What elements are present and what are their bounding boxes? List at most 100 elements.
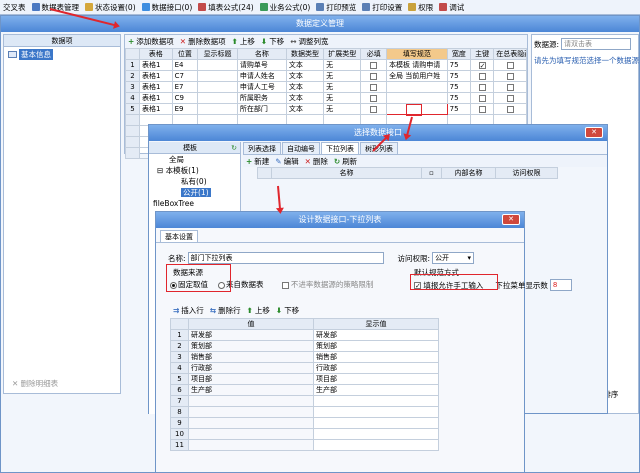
col-header[interactable]: 位置 bbox=[171, 48, 199, 60]
toolbar-item-4[interactable]: 填表公式(24) bbox=[195, 0, 256, 14]
main-btn-3[interactable]: ⬇ 下移 bbox=[258, 36, 287, 48]
table-row[interactable]: 1 研发部 研发部 bbox=[170, 329, 439, 341]
col-header[interactable]: 主键 bbox=[469, 48, 495, 60]
dialog-btn-0[interactable]: ⇉ 插入行 bbox=[170, 305, 207, 317]
access-select[interactable]: 公开 ▾ bbox=[432, 252, 475, 264]
col-header[interactable]: 扩展类型 bbox=[323, 48, 362, 60]
table-row[interactable]: 8 bbox=[170, 406, 439, 418]
col-header[interactable]: 填写规范 bbox=[386, 48, 448, 60]
checkbox-icon[interactable] bbox=[506, 61, 514, 69]
select-btn-1[interactable]: ✎ 编辑 bbox=[272, 155, 301, 167]
table-row[interactable]: 4 表格1 C9 所属职务 文本无 75 bbox=[125, 92, 527, 104]
table-row[interactable]: 11 bbox=[170, 439, 439, 451]
toolbar-item-0[interactable]: 交叉表 bbox=[0, 0, 29, 14]
checkbox-icon[interactable] bbox=[506, 94, 514, 102]
col-header[interactable]: 访问权限 bbox=[495, 167, 558, 179]
toolbar-item-8[interactable]: 权限 bbox=[405, 0, 436, 14]
col-header[interactable]: 在总表隐藏 bbox=[493, 48, 527, 60]
refresh-icon[interactable]: ↻ bbox=[231, 142, 237, 154]
tree-node[interactable]: fileBoxTree bbox=[153, 198, 240, 209]
col-header[interactable]: 名称 bbox=[271, 167, 422, 179]
main-btn-0[interactable]: + 添加数据项 bbox=[125, 36, 177, 48]
tab-basic-settings[interactable]: 基本设置 bbox=[160, 230, 198, 242]
design-dropdown-dialog: 设计数据接口-下拉列表 ✕ 基本设置 名称: 部门下拉列表 访问权限: 公开 ▾ … bbox=[155, 211, 572, 473]
table-row[interactable]: 4 行政部 行政部 bbox=[170, 362, 439, 374]
main-btn-1[interactable]: ✕ 删除数据项 bbox=[177, 36, 229, 48]
select-btn-3[interactable]: ↻ 刷新 bbox=[331, 155, 360, 167]
checkbox-icon[interactable] bbox=[370, 83, 378, 91]
dialog-btn-3[interactable]: ⬇ 下移 bbox=[273, 305, 302, 317]
checkbox-icon[interactable] bbox=[478, 61, 486, 69]
table-row[interactable]: 9 bbox=[170, 417, 439, 429]
highlight-datasource bbox=[166, 264, 231, 292]
toolbar-item-9[interactable]: 调试 bbox=[436, 0, 467, 14]
toolbar-item-1[interactable]: 数据表管理 bbox=[29, 0, 83, 14]
table-row[interactable]: 2 策划部 策划部 bbox=[170, 340, 439, 352]
checkbox-icon[interactable] bbox=[506, 105, 514, 113]
toolbar-item-3[interactable]: 数据接口(0) bbox=[139, 0, 196, 14]
tree-node[interactable]: 私有(0) bbox=[153, 176, 240, 187]
table-row[interactable]: 5 项目部 项目部 bbox=[170, 373, 439, 385]
table-row[interactable]: 1 表格1 E4 请购单号 文本无本模板 请购申请 75 bbox=[125, 59, 527, 71]
col-header[interactable]: 显示值 bbox=[313, 318, 439, 330]
checkbox-icon[interactable] bbox=[478, 94, 486, 102]
select-btn-0[interactable]: + 新建 bbox=[243, 155, 272, 167]
left-panel: 数据项 基本信息 ✕ 删除明细表 bbox=[3, 34, 121, 394]
menu-count-input[interactable]: 8 bbox=[549, 279, 572, 291]
table-row[interactable]: 2 表格1 C7 申请人姓名 文本无全局 当前用户姓 75 bbox=[125, 70, 527, 82]
name-input[interactable]: 部门下拉列表 bbox=[187, 252, 384, 264]
select-btn-2[interactable]: ✕ 删除 bbox=[302, 155, 331, 167]
col-header[interactable]: 值 bbox=[188, 318, 314, 330]
btn-icon: ⇉ bbox=[173, 306, 180, 315]
toolbar-item-2[interactable]: 状态设置(0) bbox=[82, 0, 139, 14]
no-limit-checkbox[interactable]: 不进率数据源的策略限制 bbox=[281, 279, 373, 290]
col-header[interactable]: 宽度 bbox=[446, 48, 471, 60]
tab-0[interactable]: 列表选择 bbox=[243, 142, 281, 154]
col-header[interactable]: 内部名称 bbox=[441, 167, 496, 179]
highlight-manual-input bbox=[410, 274, 498, 290]
collapse-icon[interactable]: ⊟ bbox=[157, 166, 166, 175]
delete-detail-button[interactable]: ✕ 删除明细表 bbox=[12, 378, 58, 389]
col-header[interactable]: 表格 bbox=[138, 48, 173, 60]
checkbox-icon[interactable] bbox=[370, 72, 378, 80]
main-btn-4[interactable]: ↔ 调整列宽 bbox=[287, 36, 331, 48]
toolbar-icon bbox=[439, 3, 448, 11]
filter-icon[interactable]: ▫ bbox=[421, 167, 442, 179]
col-header[interactable]: 显示标题 bbox=[197, 48, 238, 60]
btn-icon: + bbox=[246, 156, 253, 166]
checkbox-icon[interactable] bbox=[506, 83, 514, 91]
table-row[interactable]: 6 生产部 生产部 bbox=[170, 384, 439, 396]
interface-list-table: 名称 ▫ 内部名称 访问权限 bbox=[257, 167, 558, 179]
tree-node[interactable]: ⊟ 本模板(1) bbox=[153, 165, 240, 176]
col-header[interactable]: 必填 bbox=[360, 48, 388, 60]
tab-1[interactable]: 自动编号 bbox=[282, 142, 320, 154]
checkbox-icon[interactable] bbox=[370, 94, 378, 102]
checkbox-icon[interactable] bbox=[478, 105, 486, 113]
table-row[interactable]: 10 bbox=[170, 428, 439, 440]
checkbox-icon[interactable] bbox=[370, 105, 378, 113]
toolbar-item-5[interactable]: 业务公式(0) bbox=[257, 0, 314, 14]
checkbox-icon[interactable] bbox=[370, 61, 378, 69]
table-row[interactable]: 3 表格1 E7 申请人工号 文本无 75 bbox=[125, 81, 527, 93]
col-header[interactable]: 数据类型 bbox=[285, 48, 325, 60]
toolbar-item-7[interactable]: 打印设置 bbox=[359, 0, 405, 14]
table-row[interactable]: 5 表格1 E9 所在部门 文本无 75 bbox=[125, 103, 527, 115]
col-header[interactable]: 名称 bbox=[236, 48, 287, 60]
main-btn-2[interactable]: ⬆ 上移 bbox=[229, 36, 258, 48]
checkbox-icon[interactable] bbox=[478, 83, 486, 91]
tab-2[interactable]: 下拉列表 bbox=[321, 142, 359, 154]
checkbox-icon[interactable] bbox=[478, 72, 486, 80]
main-button-row: + 添加数据项 ✕ 删除数据项 ⬆ 上移 ⬇ 下移 ↔ 调整列宽 bbox=[125, 35, 527, 48]
dialog-btn-2[interactable]: ⬆ 上移 bbox=[244, 305, 273, 317]
datasource-input[interactable]: 请双击表 bbox=[561, 38, 632, 50]
toolbar-item-6[interactable]: 打印预览 bbox=[313, 0, 359, 14]
tree-node[interactable]: 全局 bbox=[153, 154, 240, 165]
table-row[interactable]: 3 销售部 销售部 bbox=[170, 351, 439, 363]
table-row[interactable]: 7 bbox=[170, 395, 439, 407]
dialog-btn-1[interactable]: ⇆ 删除行 bbox=[207, 305, 244, 317]
checkbox-icon[interactable] bbox=[506, 72, 514, 80]
close-icon[interactable]: ✕ bbox=[585, 127, 603, 138]
tree-node[interactable]: 公开(1) bbox=[153, 187, 240, 198]
tree-item-basic[interactable]: 基本信息 bbox=[4, 47, 120, 62]
close-icon[interactable]: ✕ bbox=[502, 214, 520, 225]
